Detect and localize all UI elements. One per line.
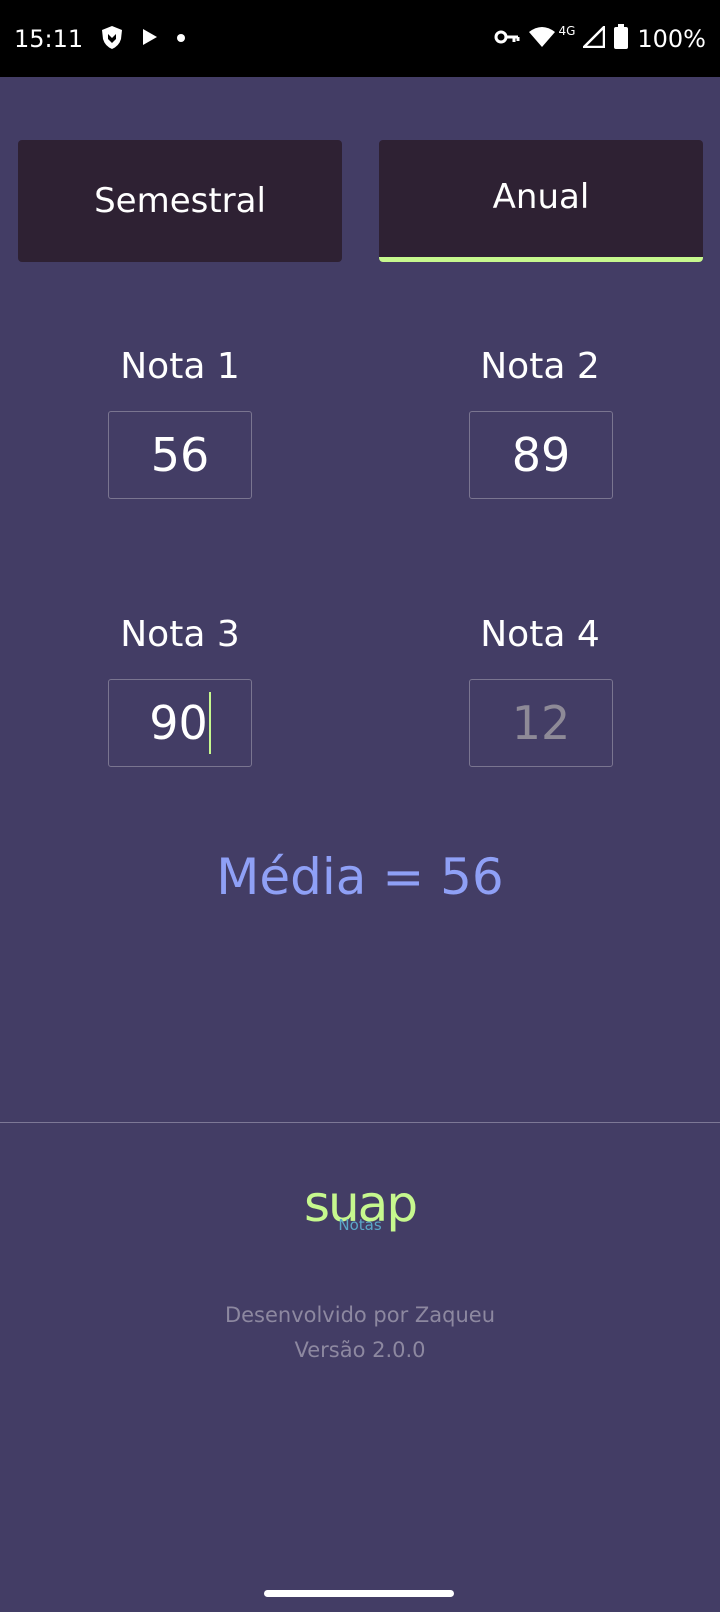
nota-1-label: Nota 1 xyxy=(120,346,240,387)
tab-semestral-label: Semestral xyxy=(94,181,266,221)
network-type-label: 4G xyxy=(558,23,576,38)
cell-signal-icon xyxy=(581,23,606,52)
suap-notas-logo: suap Notas xyxy=(0,1179,720,1242)
notification-dot-icon xyxy=(175,29,187,48)
average-result: Média = 56 xyxy=(216,848,504,906)
home-indicator[interactable] xyxy=(264,1590,454,1597)
nota-2-value: 89 xyxy=(511,428,571,482)
nota-4-label: Nota 4 xyxy=(480,614,600,655)
tab-selected-indicator xyxy=(379,257,703,262)
logo-subtitle: Notas xyxy=(338,1216,382,1234)
tab-anual-label: Anual xyxy=(492,177,590,217)
nota-1-value: 56 xyxy=(150,428,210,482)
text-cursor xyxy=(208,692,211,754)
wifi-icon xyxy=(528,26,556,52)
nota-4-input[interactable]: 12 xyxy=(469,679,613,767)
version-label: Versão 2.0.0 xyxy=(294,1338,426,1362)
tab-anual[interactable]: Anual xyxy=(379,140,703,262)
nota-2-input[interactable]: 89 xyxy=(469,411,613,499)
nota-2-label: Nota 2 xyxy=(480,346,600,387)
nota-3-label: Nota 3 xyxy=(120,614,240,655)
nota-3-value: 90 xyxy=(149,696,208,750)
footer-divider xyxy=(0,1122,720,1123)
battery-percent: 100% xyxy=(637,24,706,53)
nota-3-input[interactable]: 90 xyxy=(108,679,252,767)
shield-app-icon xyxy=(99,24,125,54)
status-bar: 15:11 4G 100% xyxy=(0,0,720,77)
play-icon xyxy=(141,27,159,51)
vpn-key-icon xyxy=(494,29,520,49)
battery-icon xyxy=(613,23,629,54)
tab-semestral[interactable]: Semestral xyxy=(18,140,342,262)
nota-1-input[interactable]: 56 xyxy=(108,411,252,499)
nota-4-placeholder: 12 xyxy=(511,696,571,750)
developer-credit: Desenvolvido por Zaqueu xyxy=(224,1303,496,1327)
clock: 15:11 xyxy=(14,24,84,53)
